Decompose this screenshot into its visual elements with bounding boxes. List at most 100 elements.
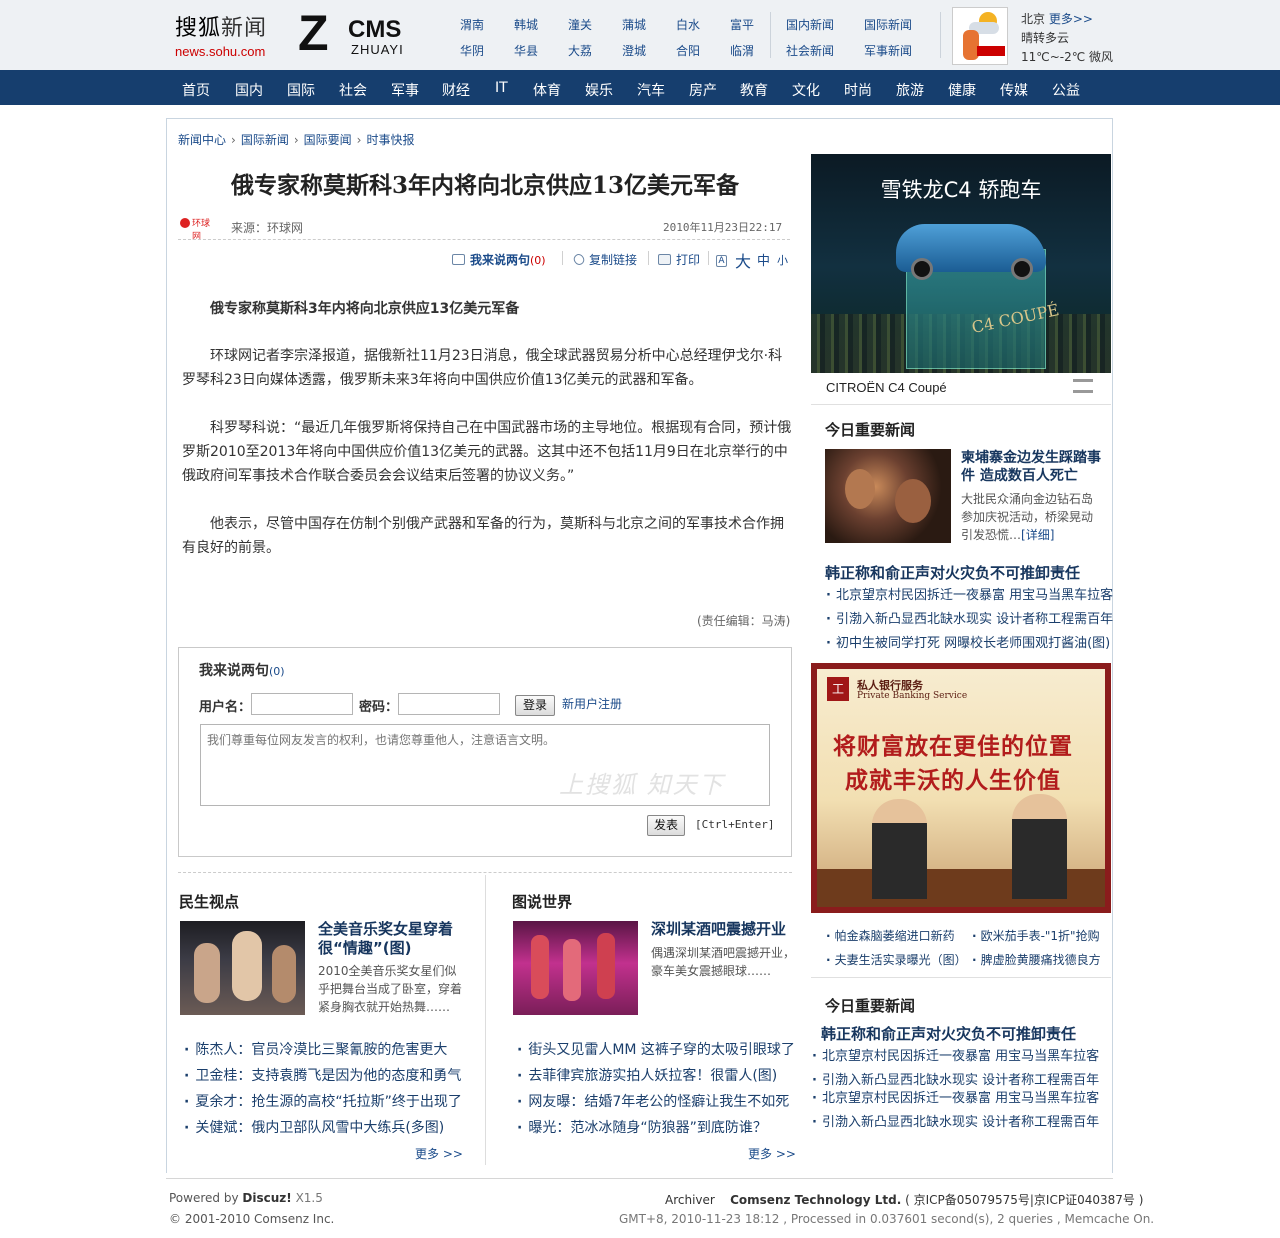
list-item[interactable]: 网友曝：结婚7年老公的怪癖让我生不如死 <box>517 1089 795 1115</box>
list-item[interactable]: 曝光：范冰冰随身“防狼器”到底防谁？ <box>517 1115 795 1141</box>
city-link[interactable]: 华县 <box>514 42 538 59</box>
list-item[interactable]: 北京望京村民因拆迁一夜暴富 用宝马当黑车拉客 <box>826 584 1113 608</box>
nav-item[interactable]: 娱乐 <box>585 80 613 100</box>
comment-count: (0) <box>530 254 546 267</box>
sohu-news-logo[interactable]: 搜狐新闻 news.sohu.com <box>175 10 290 60</box>
sidebar-news-list-2: 北京望京村民因拆迁一夜暴富 用宝马当黑车拉客 引渤入新凸显西北缺水现实 设计者称… <box>812 1045 1099 1135</box>
list-item[interactable]: 陈杰人：官员冷漠比三聚氰胺的危害更大 <box>184 1037 462 1063</box>
discuz-link[interactable]: Discuz! <box>242 1191 291 1205</box>
list-item[interactable]: 关健斌：俄内卫部队风雪中大练兵(多图) <box>184 1115 462 1141</box>
nav-item[interactable]: 汽车 <box>637 80 665 100</box>
detail-link[interactable]: [详细] <box>1021 528 1054 542</box>
list-item[interactable]: 引渤入新凸显西北缺水现实 设计者称工程需百年 <box>812 1111 1099 1135</box>
news-link-society[interactable]: 社会新闻 <box>786 42 834 59</box>
username-input[interactable] <box>251 693 353 715</box>
tushuo-feature-title[interactable]: 深圳某酒吧震撼开业 <box>651 920 801 939</box>
minsheng-more-link[interactable]: 更多 >> <box>415 1145 463 1162</box>
city-link[interactable]: 华阴 <box>460 42 484 59</box>
list-item[interactable]: 北京望京村民因拆迁一夜暴富 用宝马当黑车拉客 <box>812 1045 1099 1069</box>
footer-divider <box>166 1178 1113 1179</box>
nav-item[interactable]: 公益 <box>1052 80 1080 100</box>
nav-item[interactable]: 时尚 <box>844 80 872 100</box>
comment-box: 我来说两句(0) 用户名： 密码： 登录 新用户注册 上搜狐 知天下 发表 [C… <box>178 647 792 857</box>
nav-item[interactable]: 财经 <box>442 80 470 100</box>
powered-by: Powered by Discuz! X1.5 <box>169 1191 323 1205</box>
icp-link[interactable]: ( 京ICP备05079575号|京ICP证040387号 ) <box>905 1193 1143 1207</box>
sidebar-feature-title[interactable]: 柬埔寨金边发生踩踏事件 造成数百人死亡 <box>961 449 1101 485</box>
list-item[interactable]: 夏余才：抢生源的高校“托拉斯”终于出现了 <box>184 1089 462 1115</box>
list-item[interactable]: 街头又见雷人MM 这裤子穿的太吸引眼球了 <box>517 1037 795 1063</box>
footer-stats: GMT+8, 2010-11-23 18:12 , Processed in 0… <box>619 1212 1155 1226</box>
city-link[interactable]: 蒲城 <box>622 16 646 33</box>
nav-item[interactable]: 传媒 <box>1000 80 1028 100</box>
responsible-editor: (责任编辑：马涛) <box>697 614 791 628</box>
nav-item[interactable]: 健康 <box>948 80 976 100</box>
city-link[interactable]: 渭南 <box>460 16 484 33</box>
list-item[interactable]: 北京望京村民因拆迁一夜暴富 用宝马当黑车拉客 <box>812 1087 1099 1111</box>
list-item[interactable]: 引渤入新凸显西北缺水现实 设计者称工程需百年 <box>826 608 1113 632</box>
city-link[interactable]: 合阳 <box>676 42 700 59</box>
article-paragraph: 他表示，尽管中国存在仿制个别俄产武器和军备的行为，莫斯科与北京之间的军事技术合作… <box>182 516 784 556</box>
copy-link-button[interactable]: 复制链接 <box>571 251 637 268</box>
zhuayi-cms-logo[interactable]: Z CMS ZHUAYI <box>298 8 416 60</box>
tushuo-more-link[interactable]: 更多 >> <box>748 1145 796 1162</box>
breadcrumb: 新闻中心 › 国际新闻 › 国际要闻 › 时事快报 <box>178 131 415 148</box>
nav-item[interactable]: IT <box>495 80 508 96</box>
news-link-domestic[interactable]: 国内新闻 <box>786 16 834 33</box>
news-link-international[interactable]: 国际新闻 <box>864 16 912 33</box>
nav-item[interactable]: 军事 <box>391 80 419 100</box>
ad-text-link[interactable]: 欧米茄手表-"1折"抢购 <box>972 927 1100 944</box>
minsheng-feature-image[interactable] <box>180 921 305 1015</box>
password-input[interactable] <box>398 693 500 715</box>
sidebar-headline[interactable]: 韩正称和俞正声对火灾负不可推卸责任 <box>825 562 1080 583</box>
nav-item[interactable]: 教育 <box>740 80 768 100</box>
logo-url: news.sohu.com <box>175 44 266 59</box>
city-link[interactable]: 富平 <box>730 16 754 33</box>
breadcrumb-item[interactable]: 国际新闻 <box>241 133 289 147</box>
print-button[interactable]: 打印 <box>658 251 700 268</box>
nav-item[interactable]: 房产 <box>689 80 717 100</box>
nav-item[interactable]: 体育 <box>533 80 561 100</box>
city-link[interactable]: 澄城 <box>622 42 646 59</box>
sidebar-headline-2[interactable]: 韩正称和俞正声对火灾负不可推卸责任 <box>821 1023 1076 1044</box>
font-large-button[interactable]: 大 <box>735 248 751 272</box>
nav-item[interactable]: 社会 <box>339 80 367 100</box>
nav-item[interactable]: 国际 <box>287 80 315 100</box>
submit-comment-button[interactable]: 发表 <box>647 815 685 836</box>
minsheng-feature-title[interactable]: 全美音乐奖女星穿着很“情趣”(图) <box>318 920 468 958</box>
tushuo-feature-image[interactable] <box>513 921 638 1015</box>
ad-text-link[interactable]: 夫妻生活实录曝光（图） <box>826 951 967 968</box>
password-label: 密码： <box>359 700 399 715</box>
font-small-button[interactable]: 小 <box>777 252 788 268</box>
font-medium-button[interactable]: 中 <box>757 250 770 269</box>
breadcrumb-item[interactable]: 国际要闻 <box>304 133 352 147</box>
company-link[interactable]: Comsenz Technology Ltd. <box>730 1193 901 1207</box>
ad-text-link[interactable]: 帕金森脑萎缩进口新药 <box>826 927 955 944</box>
archiver-link[interactable]: Archiver <box>665 1193 715 1207</box>
list-item[interactable]: 初中生被同学打死 网曝校长老师围观打酱油(图) <box>826 632 1113 656</box>
register-link[interactable]: 新用户注册 <box>562 695 622 712</box>
login-button[interactable]: 登录 <box>515 695 555 716</box>
city-link[interactable]: 潼关 <box>568 16 592 33</box>
breadcrumb-item[interactable]: 新闻中心 <box>178 133 226 147</box>
city-link[interactable]: 韩城 <box>514 16 538 33</box>
list-item[interactable]: 卫金桂：支持袁腾飞是因为他的态度和勇气 <box>184 1063 462 1089</box>
nav-item-home[interactable]: 首页 <box>182 80 210 100</box>
nav-item[interactable]: 文化 <box>792 80 820 100</box>
ad-text-link[interactable]: 脾虚脸黄腰痛找德良方 <box>972 951 1101 968</box>
city-link[interactable]: 白水 <box>676 16 700 33</box>
weather-more-link[interactable]: 更多>> <box>1049 12 1093 26</box>
private-banking-ad-banner[interactable]: 工 私人银行服务 Private Banking Service 将财富放在更佳… <box>811 663 1111 913</box>
sidebar-feature-image[interactable] <box>825 449 951 543</box>
news-link-military[interactable]: 军事新闻 <box>864 42 912 59</box>
main-nav: 首页 国内 国际 社会 军事 财经 IT 体育 娱乐 汽车 房产 教育 文化 时… <box>0 70 1280 105</box>
comment-tool-button[interactable]: 我来说两句(0) <box>452 251 546 268</box>
citroen-ad-banner[interactable]: 雪铁龙C4 轿跑车 C4 COUPÉ CITROËN C4 Coupé <box>811 154 1111 404</box>
meta-divider <box>178 239 790 240</box>
city-link[interactable]: 大荔 <box>568 42 592 59</box>
nav-item[interactable]: 旅游 <box>896 80 924 100</box>
list-item[interactable]: 去菲律宾旅游实拍人妖拉客！很雷人(图) <box>517 1063 795 1089</box>
city-link[interactable]: 临渭 <box>730 42 754 59</box>
breadcrumb-item[interactable]: 时事快报 <box>366 133 414 147</box>
nav-item[interactable]: 国内 <box>235 80 263 100</box>
